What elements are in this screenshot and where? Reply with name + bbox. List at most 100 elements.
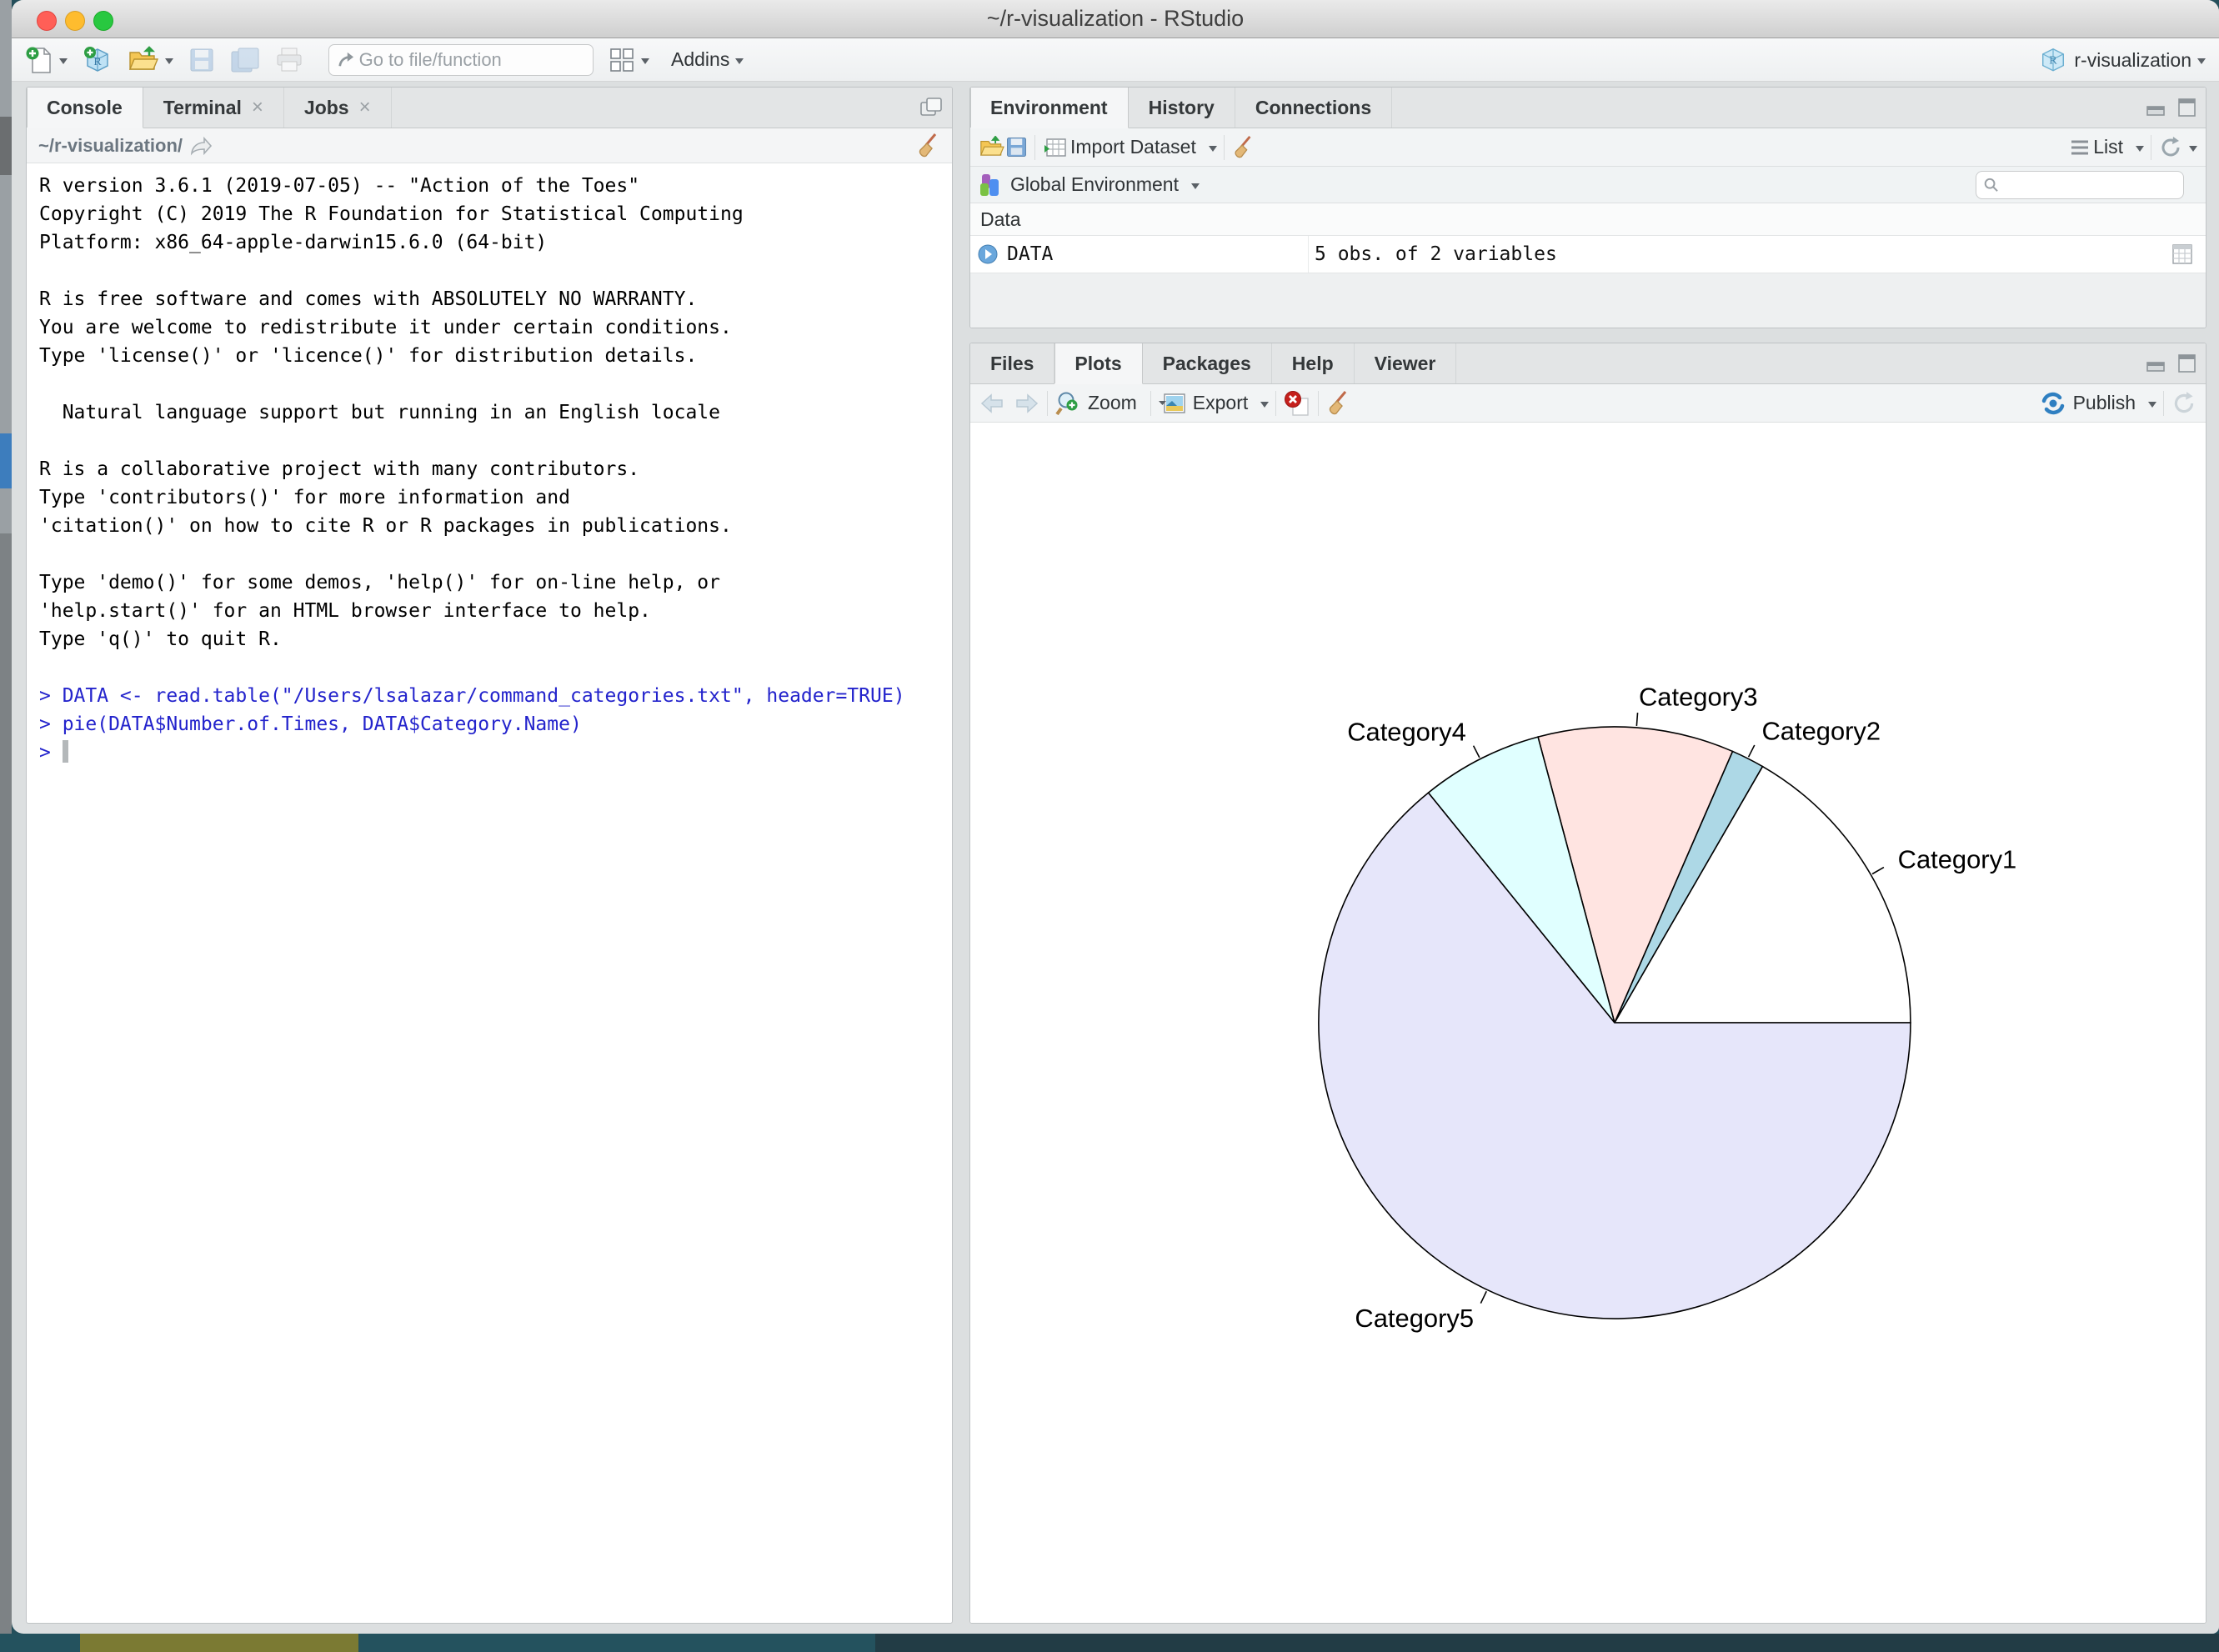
project-selector[interactable]: R r-visualization — [2039, 38, 2206, 82]
new-file-icon[interactable] — [25, 46, 53, 74]
console-line: R is free software and comes with ABSOLU… — [39, 285, 952, 313]
zoom-magnifier-icon[interactable] — [1054, 390, 1081, 417]
tab-viewer[interactable]: Viewer — [1355, 343, 1457, 383]
publish-caret[interactable] — [2148, 402, 2156, 412]
expand-play-icon[interactable] — [977, 243, 999, 265]
refresh-icon[interactable] — [2171, 390, 2197, 417]
environment-search-input[interactable] — [2000, 174, 2176, 196]
tab-label: Connections — [1255, 97, 1371, 119]
maximize-pane-icon[interactable] — [2176, 353, 2197, 374]
pie-label-tick — [1474, 746, 1480, 758]
environment-scope-button[interactable]: Global Environment — [1004, 173, 1185, 196]
broom-icon[interactable] — [915, 133, 940, 159]
svg-text:R: R — [2050, 54, 2058, 68]
list-view-caret[interactable] — [2136, 146, 2144, 156]
console-line: Type 'contributors()' for more informati… — [39, 483, 952, 512]
import-dataset-caret[interactable] — [1209, 146, 1217, 156]
console-pane: ConsoleTerminal×Jobs× ~/r-visualization/… — [26, 87, 953, 1624]
goto-file-input[interactable] — [358, 48, 584, 72]
maximize-pane-icon[interactable] — [2176, 97, 2197, 118]
panes-grid-icon[interactable] — [609, 47, 635, 73]
open-file-caret[interactable] — [165, 58, 173, 68]
goto-file-box[interactable] — [328, 44, 594, 76]
export-image-icon[interactable] — [1158, 391, 1186, 416]
refresh-caret[interactable] — [2189, 146, 2197, 156]
import-dataset-icon[interactable] — [1042, 136, 1069, 159]
environment-scope-caret[interactable] — [1191, 183, 1200, 193]
save-workspace-icon[interactable] — [1005, 136, 1028, 158]
console-tabstrip: ConsoleTerminal×Jobs× — [27, 88, 952, 128]
desktop-bottom-strip — [0, 1634, 2219, 1652]
minimize-pane-icon[interactable] — [2146, 353, 2167, 374]
global-env-icon — [979, 173, 1004, 198]
pie-label-category3: Category3 — [1639, 683, 1758, 712]
console-line: 'citation()' on how to cite R or R packa… — [39, 512, 952, 540]
console-output[interactable]: R version 3.6.1 (2019-07-05) -- "Action … — [27, 163, 952, 767]
tab-label: Terminal — [163, 97, 242, 119]
remove-plot-icon[interactable] — [1283, 390, 1311, 417]
tab-packages[interactable]: Packages — [1143, 343, 1272, 383]
maximize-pane-icon[interactable] — [919, 96, 944, 119]
list-view-button[interactable]: List — [2090, 136, 2130, 158]
tab-label: Plots — [1074, 353, 1121, 375]
tab-jobs[interactable]: Jobs× — [284, 88, 392, 128]
export-caret[interactable] — [1260, 402, 1269, 412]
environment-section-label: Data — [970, 203, 2206, 236]
console-line — [39, 427, 952, 455]
new-file-caret[interactable] — [59, 58, 68, 68]
tab-connections[interactable]: Connections — [1235, 88, 1392, 128]
zoom-button[interactable]: Zoom — [1081, 392, 1144, 414]
save-icon[interactable] — [188, 47, 215, 73]
import-dataset-button[interactable]: Import Dataset — [1069, 136, 1203, 158]
window-title: ~/r-visualization - RStudio — [12, 0, 2219, 38]
publish-button[interactable]: Publish — [2066, 392, 2142, 414]
open-file-icon[interactable] — [128, 46, 159, 74]
environment-object-list: DATA5 obs. of 2 variables — [970, 236, 2206, 273]
tab-environment[interactable]: Environment — [970, 88, 1129, 128]
tab-plots[interactable]: Plots — [1054, 343, 1142, 384]
share-arrow-icon[interactable] — [189, 136, 213, 156]
tab-label: History — [1149, 97, 1215, 119]
export-button[interactable]: Export — [1186, 392, 1255, 414]
tab-files[interactable]: Files — [970, 343, 1054, 383]
environment-object-row[interactable]: DATA5 obs. of 2 variables — [970, 236, 2206, 273]
addins-button[interactable]: Addins — [671, 48, 729, 71]
load-workspace-icon[interactable] — [979, 136, 1005, 159]
search-icon — [1983, 176, 2000, 194]
project-caret — [2197, 58, 2206, 68]
data-grid-icon[interactable] — [2171, 243, 2194, 266]
tab-terminal[interactable]: Terminal × — [143, 88, 284, 128]
publish-icon — [2040, 390, 2066, 417]
environment-search-box[interactable] — [1976, 171, 2184, 199]
tab-history[interactable]: History — [1129, 88, 1235, 128]
close-tab-icon[interactable]: × — [359, 96, 371, 119]
back-arrow-icon[interactable] — [979, 392, 1007, 415]
save-all-icon[interactable] — [230, 47, 260, 73]
plots-pane: Files Plots PackagesHelpViewer Zoom — [969, 343, 2206, 1624]
pie-label-category2: Category2 — [1761, 717, 1881, 746]
refresh-icon[interactable] — [2158, 135, 2183, 160]
broom-icon[interactable] — [1325, 390, 1350, 417]
print-icon[interactable] — [275, 47, 303, 73]
console-line: > pie(DATA$Number.of.Times, DATA$Categor… — [39, 710, 952, 738]
tab-help[interactable]: Help — [1272, 343, 1355, 383]
rstudio-window: ~/r-visualization - RStudio R — [12, 0, 2219, 1634]
plots-toolbar: Zoom Export Publish — [970, 384, 2206, 423]
tab-console[interactable]: Console — [27, 88, 143, 128]
forward-arrow-icon[interactable] — [1012, 392, 1040, 415]
addins-caret[interactable] — [735, 58, 744, 68]
close-tab-icon[interactable]: × — [252, 96, 263, 119]
console-path-row: ~/r-visualization/ — [27, 128, 952, 163]
pie-label-category5: Category5 — [1355, 1304, 1474, 1333]
console-line: R is a collaborative project with many c… — [39, 455, 952, 483]
console-line — [39, 370, 952, 398]
minimize-pane-icon[interactable] — [2146, 97, 2167, 118]
r-cube-icon: R — [2039, 46, 2067, 74]
console-line — [39, 540, 952, 568]
broom-icon[interactable] — [1231, 135, 1255, 160]
object-name: DATA — [1007, 243, 1053, 265]
goto-arrow-icon — [338, 50, 358, 70]
new-project-icon[interactable]: R — [83, 45, 113, 75]
plots-tabstrip: Files Plots PackagesHelpViewer — [970, 343, 2206, 384]
panes-caret[interactable] — [641, 58, 649, 68]
